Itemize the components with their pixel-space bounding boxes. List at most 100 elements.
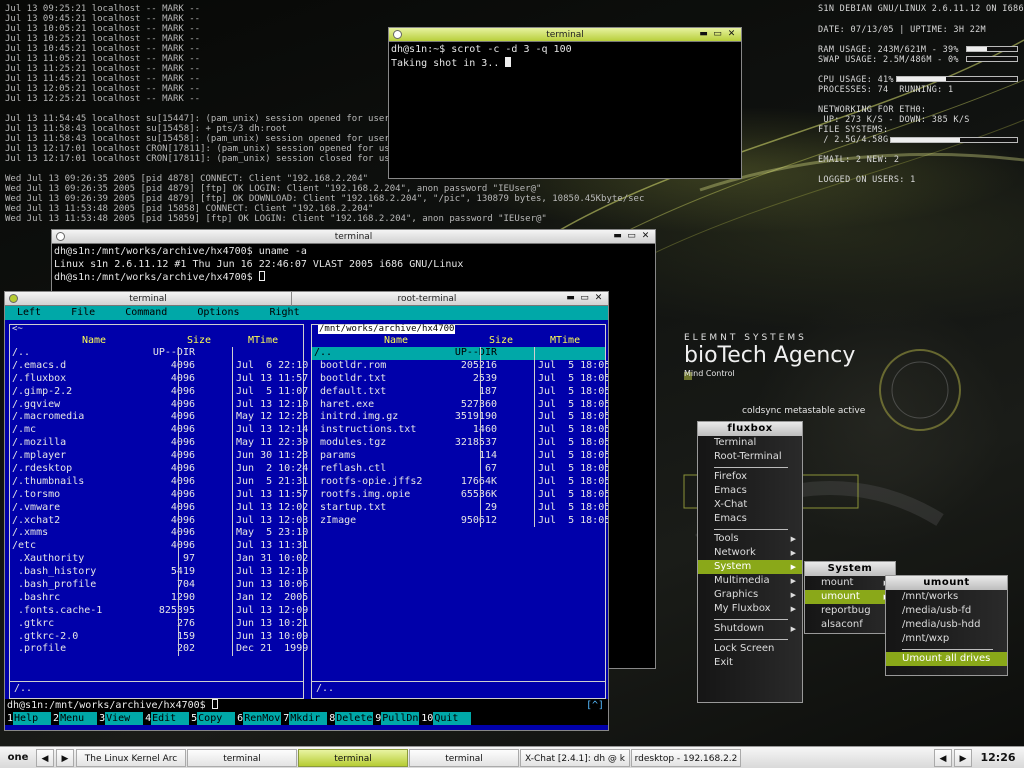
file-row[interactable]: instructions.txt 1460 Jul 5 18:05	[312, 424, 608, 438]
maximize-icon[interactable]: ▭	[579, 293, 590, 304]
file-row[interactable]: /.thumbnails 4096 Jun 5 21:31	[10, 475, 308, 489]
minimize-icon[interactable]: ▬	[565, 293, 576, 304]
minimize-icon[interactable]: ▬	[612, 231, 623, 242]
mc-left-panel[interactable]: <~ Name Size MTime /.. UP--DIR /.emacs.d 40…	[8, 323, 308, 700]
menu-item-terminal[interactable]: Terminal	[698, 436, 802, 450]
menu-item-x-chat[interactable]: X-Chat	[698, 498, 802, 512]
menu-item--media-usb-fd[interactable]: /media/usb-fd	[886, 604, 1007, 618]
menu-item-shutdown[interactable]: Shutdown ▶	[698, 622, 802, 636]
menu-item-firefox[interactable]: Firefox	[698, 470, 802, 484]
menu-item-emacs[interactable]: Emacs	[698, 484, 802, 498]
mc-menu-file[interactable]: File	[71, 306, 95, 320]
task-terminal-3[interactable]: terminal	[409, 749, 519, 767]
mc-menu-left[interactable]: Left	[17, 306, 41, 320]
menu-item--mnt-works[interactable]: /mnt/works	[886, 590, 1007, 604]
fkey-delete[interactable]: Delete	[335, 712, 374, 725]
fkey-renmov[interactable]: RenMov	[243, 712, 282, 725]
mc-terminal-titlebar[interactable]: terminal root-terminal ▬ ▭ ✕	[5, 292, 608, 306]
fkey-help[interactable]: Help	[13, 712, 52, 725]
fkey-copy[interactable]: Copy	[197, 712, 236, 725]
fkey-menu[interactable]: Menu	[59, 712, 98, 725]
next-workspace-icon[interactable]: ▶	[56, 749, 74, 767]
file-row[interactable]: /.mc 4096 Jul 13 12:14	[10, 424, 308, 438]
left-file-list[interactable]: /.. UP--DIR/.emacs.d 4096 Jul 6 22:10/.flux…	[10, 347, 308, 657]
scrot-terminal-body[interactable]: dh@s1n:~$ scrot -c -d 3 -q 100 Taking sho…	[389, 42, 741, 72]
file-row[interactable]: /.. UP--DIR	[10, 347, 303, 360]
file-row[interactable]: /.xchat2 4096 Jul 13 12:03	[10, 514, 308, 528]
fkey-pulldn[interactable]: PullDn	[381, 712, 420, 725]
file-row[interactable]: reflash.ctl 67 Jul 5 18:05	[312, 463, 608, 476]
menu-item--media-usb-hdd[interactable]: /media/usb-hdd	[886, 618, 1007, 632]
close-icon[interactable]: ✕	[640, 231, 651, 242]
menu-item-root-terminal[interactable]: Root-Terminal	[698, 450, 802, 464]
menu-item-multimedia[interactable]: Multimedia ▶	[698, 574, 802, 588]
file-row[interactable]: .gtkrc-2.0 159 Jun 13 10:09	[10, 630, 308, 644]
task-rdesktop[interactable]: rdesktop - 192.168.2.2	[631, 749, 741, 767]
menu-item-network[interactable]: Network ▶	[698, 546, 802, 560]
mc-menu-right[interactable]: Right	[270, 306, 300, 320]
file-row[interactable]: /.fluxbox 4096 Jul 13 11:57	[10, 372, 308, 386]
task-linux-kernel-archives[interactable]: The Linux Kernel Arc	[76, 749, 186, 767]
mc-menu-command[interactable]: Command	[125, 306, 167, 320]
file-row[interactable]: .bash_history 5419 Jul 13 12:10	[10, 566, 308, 580]
file-row[interactable]: /.gqview 4096 Jul 13 12:10	[10, 398, 308, 412]
file-row[interactable]: .bashrc 1290 Jan 12 2005	[10, 591, 308, 605]
task-terminal-1[interactable]: terminal	[187, 749, 297, 767]
mc-command-line[interactable]: dh@s1n:/mnt/works/archive/hx4700$ [^]	[5, 699, 608, 712]
task-xchat[interactable]: X-Chat [2.4.1]: dh @ k	[520, 749, 630, 767]
task-terminal-2[interactable]: terminal	[298, 749, 408, 767]
maximize-icon[interactable]: ▭	[626, 231, 637, 242]
file-row[interactable]: /.macromedia 4096 May 12 12:23	[10, 411, 308, 425]
scrot-terminal-titlebar[interactable]: terminal ▬ ▭ ✕	[389, 28, 741, 42]
fkey-mkdir[interactable]: Mkdir	[289, 712, 328, 725]
file-row[interactable]: .Xauthority 97 Jan 31 10:02	[10, 553, 308, 567]
file-row[interactable]: .profile 202 Dec 21 1999	[10, 643, 308, 657]
system-submenu[interactable]: System mount▶umount▶reportbugalsaconf	[804, 561, 896, 634]
scrot-terminal-window[interactable]: terminal ▬ ▭ ✕ dh@s1n:~$ scrot -c -d 3 -q …	[388, 27, 742, 179]
file-row[interactable]: /.emacs.d 4096 Jul 6 22:10	[10, 359, 308, 373]
uname-terminal-body[interactable]: dh@s1n:/mnt/works/archive/hx4700$ uname …	[52, 244, 655, 287]
window-menu-icon[interactable]	[393, 30, 402, 39]
prev-workspace-icon[interactable]: ◀	[36, 749, 54, 767]
file-row[interactable]: .gtkrc 276 Jun 13 10:21	[10, 617, 308, 631]
file-row[interactable]: params 114 Jul 5 18:05	[312, 450, 608, 464]
umount-submenu[interactable]: umount /mnt/works/media/usb-fd/media/usb…	[885, 575, 1008, 676]
window-menu-icon[interactable]	[56, 232, 65, 241]
fkey-quit[interactable]: Quit	[433, 712, 472, 725]
menu-item-tools[interactable]: Tools ▶	[698, 532, 802, 546]
file-row[interactable]: haret.exe 527360 Jul 5 18:05	[312, 398, 608, 412]
fluxbox-root-menu[interactable]: fluxbox Terminal Root-Terminal Firefox Emac…	[697, 421, 803, 703]
file-row[interactable]: .bash_profile 704 Jun 13 10:06	[10, 579, 308, 592]
maximize-icon[interactable]: ▭	[712, 29, 723, 40]
menu-item--mnt-wxp[interactable]: /mnt/wxp	[886, 632, 1007, 646]
file-row[interactable]: /.mozilla 4096 May 11 22:39	[10, 437, 308, 451]
mc-menu-options[interactable]: Options	[197, 306, 239, 320]
menu-item-mount[interactable]: mount▶	[805, 576, 895, 590]
right-file-list[interactable]: /.. UP--DIR bootldr.rom 205216 Jul 5 18:05 …	[312, 347, 608, 528]
file-row[interactable]: /.xmms 4096 May 5 23:10	[10, 527, 308, 541]
next-window-icon[interactable]: ▶	[954, 749, 972, 767]
file-row[interactable]: /.vmware 4096 Jul 13 12:02	[10, 501, 308, 515]
file-row[interactable]: rootfs-opie.jffs2 17664K Jul 5 18:05	[312, 475, 608, 489]
file-row[interactable]: /.gimp-2.2 4096 Jul 5 11:07	[10, 385, 308, 399]
file-row[interactable]: initrd.img.gz 3519190 Jul 5 18:05	[312, 411, 608, 425]
fkey-view[interactable]: View	[105, 712, 144, 725]
menu-item-umount[interactable]: umount▶	[805, 590, 895, 604]
file-row[interactable]: startup.txt 29 Jul 5 18:05	[312, 501, 608, 515]
mc-terminal-window[interactable]: terminal root-terminal ▬ ▭ ✕ Left File Com…	[4, 291, 609, 731]
menu-item-my-fluxbox[interactable]: My Fluxbox ▶	[698, 602, 802, 616]
menu-item-system[interactable]: System ▶	[698, 560, 802, 574]
file-row[interactable]: rootfs.img.opie 65536K Jul 5 18:05	[312, 488, 608, 502]
file-row[interactable]: bootldr.txt 2539 Jul 5 18:05	[312, 372, 608, 386]
file-row[interactable]: default.txt 187 Jul 5 18:05	[312, 385, 608, 399]
menu-item-graphics[interactable]: Graphics ▶	[698, 588, 802, 602]
prev-window-icon[interactable]: ◀	[934, 749, 952, 767]
file-row[interactable]: /.mplayer 4096 Jun 30 11:23	[10, 450, 308, 464]
file-row[interactable]: zImage 950612 Jul 5 18:05	[312, 514, 608, 528]
file-row[interactable]: /etc 4096 Jul 13 11:31	[10, 540, 308, 554]
file-row[interactable]: /.rdesktop 4096 Jun 2 10:24	[10, 463, 308, 476]
menu-item-umount-all-drives[interactable]: Umount all drives	[886, 652, 1007, 666]
workspace-name[interactable]: one	[2, 749, 34, 767]
menu-item-exit[interactable]: Exit	[698, 656, 802, 670]
close-icon[interactable]: ✕	[726, 29, 737, 40]
